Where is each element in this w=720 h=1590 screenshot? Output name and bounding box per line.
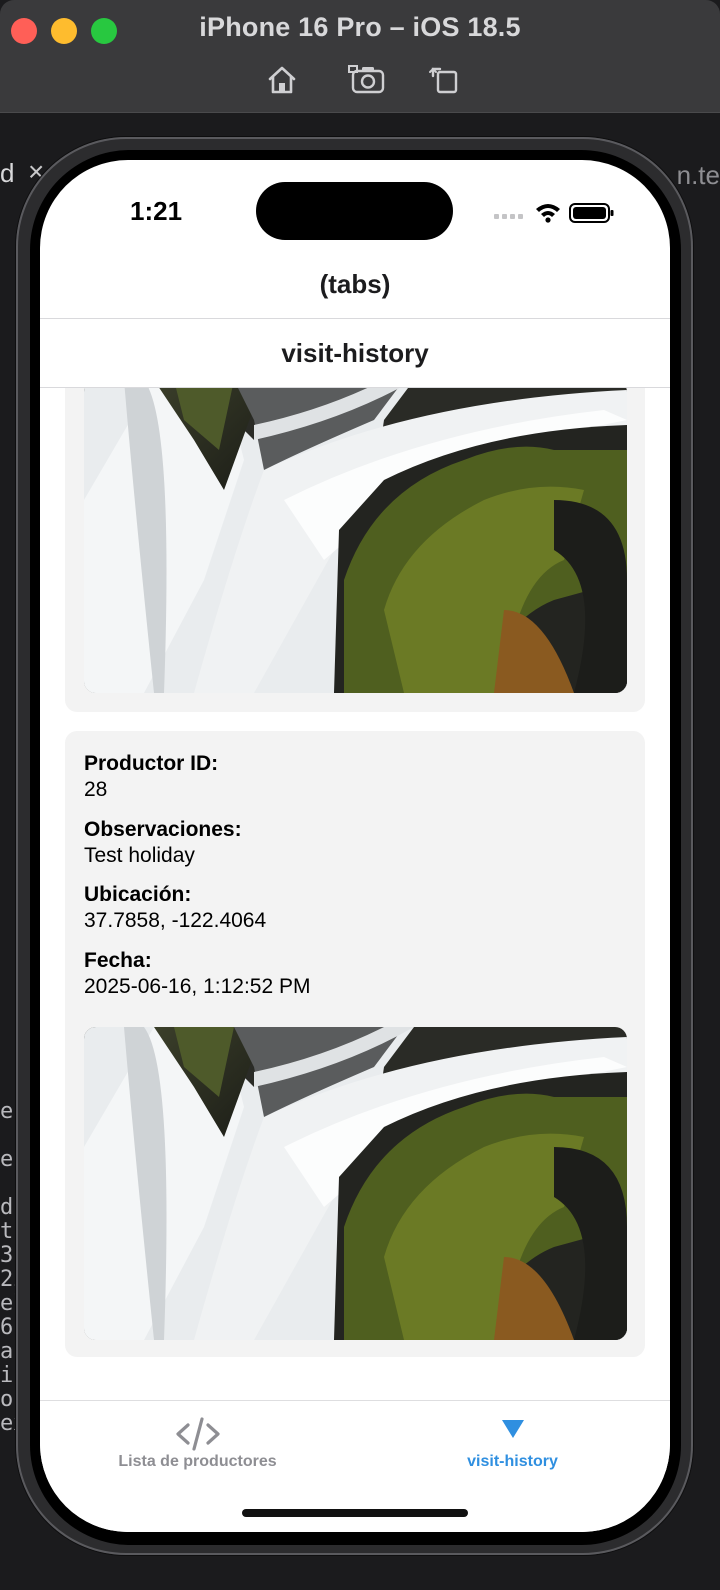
screenshot-icon[interactable] (348, 60, 388, 100)
tab-visit-history[interactable]: visit-history (355, 1401, 670, 1491)
code-icon (40, 1417, 355, 1453)
observations-field: Observaciones: Test holiday (84, 817, 242, 869)
visit-card: Productor ID: 28 Observaciones: Test hol… (65, 731, 645, 1357)
editor-tab-fragment: d (0, 158, 15, 188)
waterfall-photo (84, 388, 627, 693)
simulator-toolbar (0, 60, 720, 100)
tab-lista-de-productores[interactable]: Lista de productores (40, 1401, 355, 1491)
signal-icon (494, 214, 523, 219)
waterfall-photo (84, 1027, 627, 1340)
field-label: Fecha: (84, 949, 152, 972)
simulator-title: iPhone 16 Pro – iOS 18.5 (199, 12, 521, 42)
editor-right-fragment: n.te (676, 160, 720, 190)
field-label: Ubicación: (84, 883, 192, 906)
field-value: 37.7858, -122.4064 (84, 909, 267, 932)
rotate-icon[interactable] (426, 60, 466, 100)
triangle-down-icon (355, 1417, 670, 1453)
date-field: Fecha: 2025-06-16, 1:12:52 PM (84, 948, 311, 1000)
field-value: 28 (84, 778, 108, 801)
status-time: 1:21 (130, 196, 183, 226)
tab-label: Lista de productores (118, 1453, 277, 1470)
visit-photo[interactable] (84, 388, 627, 693)
tab-label: visit-history (467, 1453, 558, 1470)
producer-id-field: Productor ID: 28 (84, 751, 218, 803)
field-value: 2025-06-16, 1:12:52 PM (84, 975, 311, 998)
field-label: Productor ID: (84, 752, 219, 775)
visit-photo[interactable] (84, 1027, 627, 1340)
status-icons (486, 200, 616, 224)
home-icon[interactable] (262, 60, 302, 100)
visit-card (65, 388, 645, 712)
phone-screen: 1:21 (tabs) visit-history Productor ID: … (40, 160, 670, 1532)
field-value: Test holiday (84, 844, 195, 867)
battery-icon (569, 203, 614, 223)
visit-list[interactable]: Productor ID: 28 Observaciones: Test hol… (40, 388, 670, 1400)
home-indicator[interactable] (242, 1509, 468, 1517)
tabs-header: (tabs) (40, 250, 670, 319)
simulator-titlebar: iPhone 16 Pro – iOS 18.5 (0, 0, 720, 113)
field-label: Observaciones: (84, 818, 242, 841)
dynamic-island (256, 182, 453, 240)
wifi-icon (536, 204, 560, 223)
location-field: Ubicación: 37.7858, -122.4064 (84, 882, 266, 934)
page-title: visit-history (40, 319, 670, 388)
